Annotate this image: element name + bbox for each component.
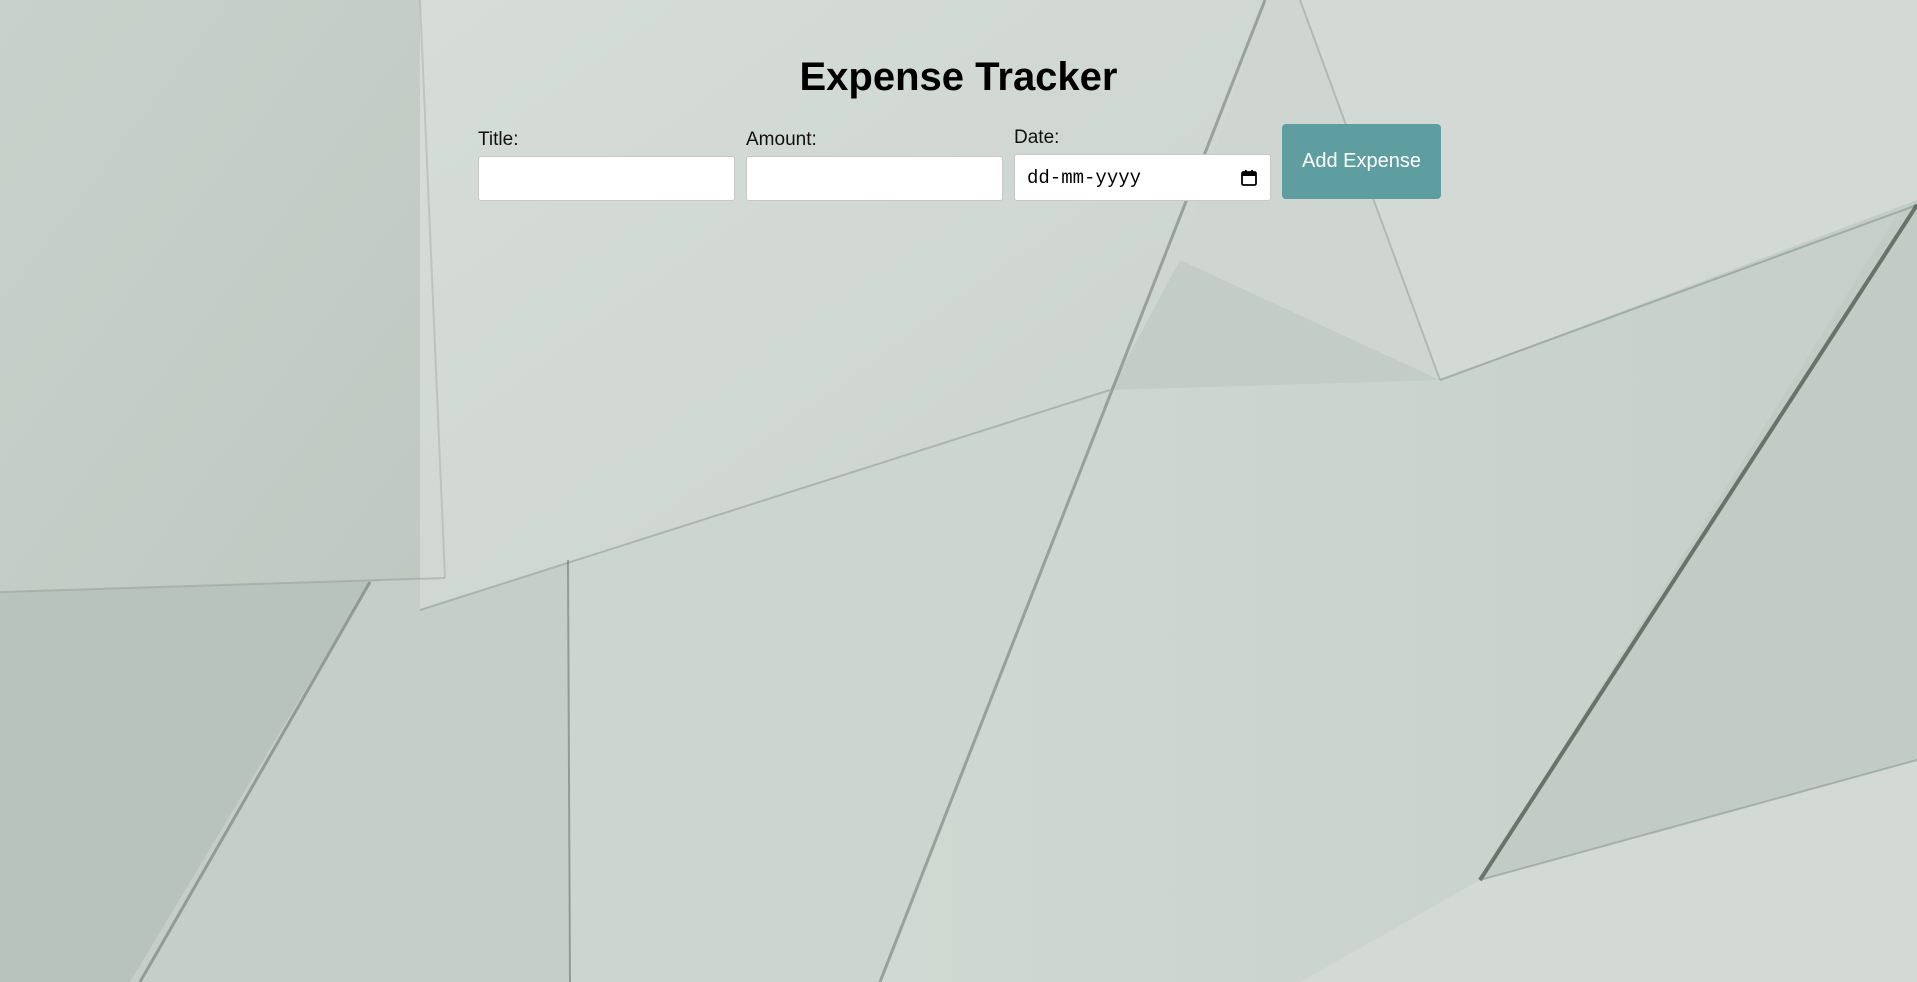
- amount-field-group: Amount:: [746, 128, 1003, 201]
- title-field-group: Title:: [478, 128, 735, 201]
- date-label: Date:: [1014, 127, 1060, 148]
- page-title: Expense Tracker: [799, 55, 1118, 99]
- date-field-group: Date: dd-mm-yyyy: [1014, 126, 1271, 201]
- date-input[interactable]: dd-mm-yyyy: [1014, 154, 1271, 201]
- amount-input[interactable]: [746, 156, 1003, 201]
- date-placeholder: dd-mm-yyyy: [1027, 166, 1142, 189]
- title-input[interactable]: [478, 156, 735, 201]
- calendar-icon[interactable]: [1240, 169, 1258, 187]
- amount-label: Amount:: [746, 129, 817, 150]
- add-expense-button[interactable]: Add Expense: [1282, 124, 1441, 199]
- expense-form: Title: Amount: Date: dd-mm-yyyy Add Expe…: [478, 124, 1441, 201]
- title-label: Title:: [478, 129, 519, 150]
